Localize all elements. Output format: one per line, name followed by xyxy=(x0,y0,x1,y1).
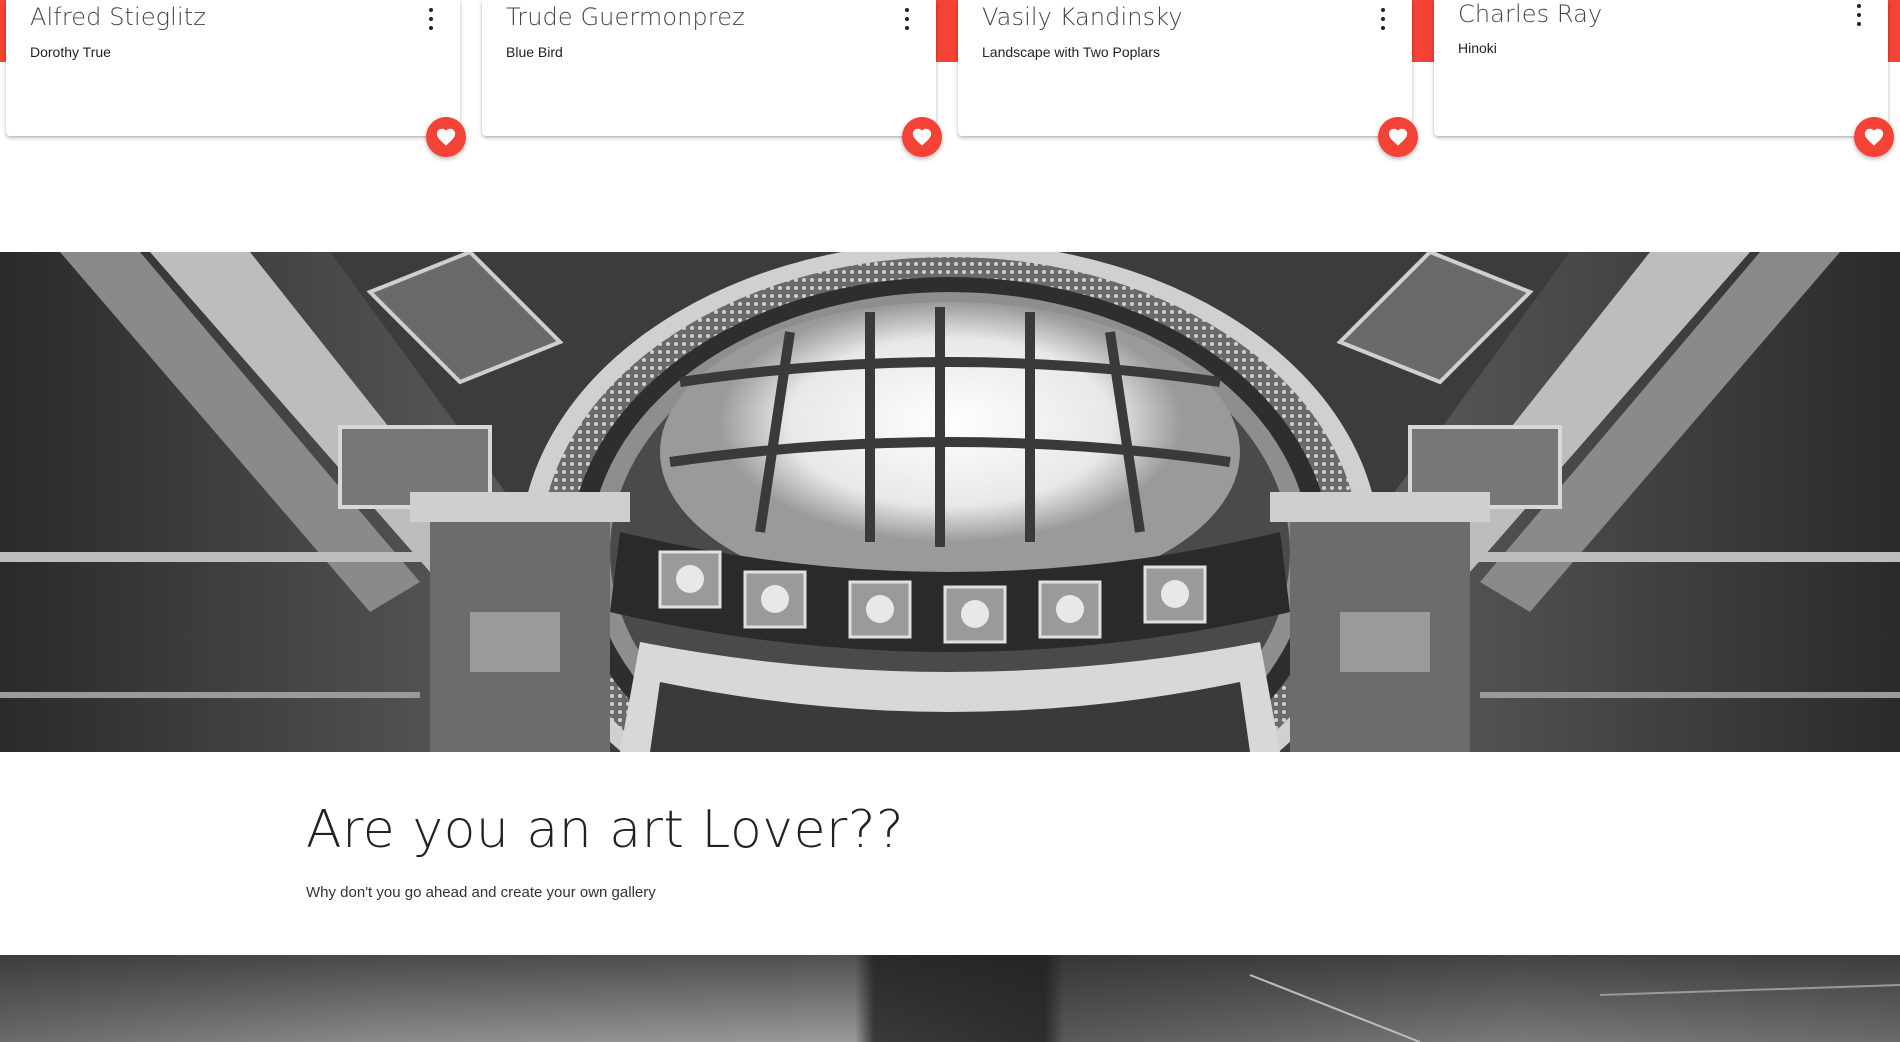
card-artwork-title: Hinoki xyxy=(1458,40,1497,56)
favorite-button[interactable] xyxy=(1854,117,1894,157)
heart-icon xyxy=(912,128,932,146)
artwork-card[interactable]: Charles Ray Hinoki xyxy=(1434,0,1894,157)
card-artist-name: Charles Ray xyxy=(1458,0,1603,28)
card-artist-name: Alfred Stieglitz xyxy=(30,3,206,31)
card-artwork-title: Landscape with Two Poplars xyxy=(982,44,1160,60)
card-artist-name: Trude Guermonprez xyxy=(506,3,745,31)
artwork-card[interactable]: Trude Guermonprez Blue Bird xyxy=(482,0,942,157)
accent-strip xyxy=(1412,0,1434,62)
more-vert-icon[interactable] xyxy=(902,8,912,30)
heart-icon xyxy=(1388,128,1408,146)
artwork-card[interactable]: Alfred Stieglitz Dorothy True xyxy=(6,0,466,157)
card-artwork-title: Blue Bird xyxy=(506,44,563,60)
cta-title: Are you an art Lover?? xyxy=(306,800,905,860)
more-vert-icon[interactable] xyxy=(426,8,436,30)
gallery-room-image xyxy=(0,955,1900,1042)
heart-icon xyxy=(436,128,456,146)
museum-dome-image xyxy=(0,252,1900,752)
accent-strip xyxy=(1888,0,1900,62)
more-vert-icon[interactable] xyxy=(1378,8,1388,30)
accent-strip xyxy=(936,0,958,62)
favorite-button[interactable] xyxy=(1378,117,1418,157)
card-artist-name: Vasily Kandinsky xyxy=(982,3,1183,31)
favorite-button[interactable] xyxy=(902,117,942,157)
more-vert-icon[interactable] xyxy=(1854,4,1864,26)
artwork-card[interactable]: Vasily Kandinsky Landscape with Two Popl… xyxy=(958,0,1418,157)
cta-subtitle: Why don't you go ahead and create your o… xyxy=(306,884,656,901)
card-artwork-title: Dorothy True xyxy=(30,44,111,60)
heart-icon xyxy=(1864,128,1884,146)
favorite-button[interactable] xyxy=(426,117,466,157)
artwork-card-row: Alfred Stieglitz Dorothy True Trude Guer… xyxy=(0,0,1900,157)
